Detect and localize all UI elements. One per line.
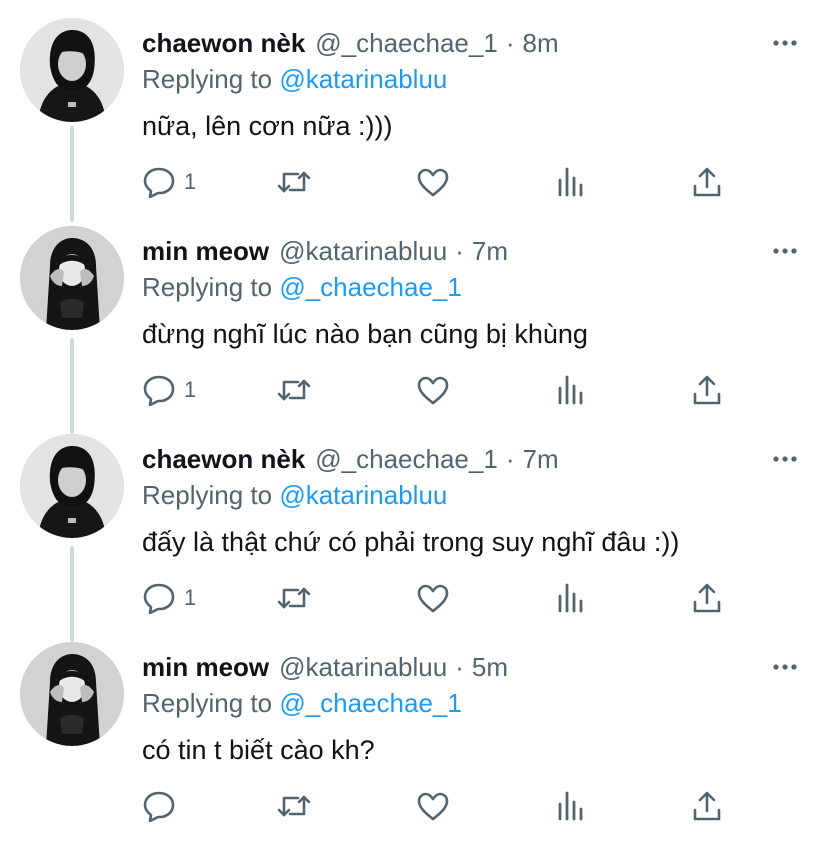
analytics-button[interactable] bbox=[556, 788, 586, 824]
share-button[interactable] bbox=[692, 788, 722, 824]
analytics-button[interactable] bbox=[556, 580, 586, 616]
retweet-icon bbox=[276, 167, 312, 197]
reply-button[interactable]: 1 bbox=[142, 580, 196, 616]
heart-icon bbox=[416, 375, 450, 405]
replying-to: Replying to @katarinabluu bbox=[142, 478, 447, 512]
retweet-icon bbox=[276, 791, 312, 821]
separator-dot: · bbox=[505, 28, 515, 58]
tweet-actions: 1 bbox=[142, 580, 742, 616]
more-horizontal-icon[interactable] bbox=[772, 654, 798, 680]
replying-to: Replying to @katarinabluu bbox=[142, 62, 447, 96]
share-icon bbox=[692, 582, 722, 614]
tweet-header: chaewon nèk @_chaechae_1 · 8m bbox=[142, 26, 559, 60]
more-horizontal-icon[interactable] bbox=[772, 30, 798, 56]
tweet[interactable]: min meow @katarinabluu · 7m Replying to … bbox=[0, 208, 828, 416]
reply-button[interactable] bbox=[142, 788, 184, 824]
timestamp[interactable]: 7m bbox=[523, 442, 559, 476]
tweet-text: có tin t biết cào kh? bbox=[142, 735, 375, 765]
replying-to: Replying to @_chaechae_1 bbox=[142, 686, 462, 720]
share-icon bbox=[692, 166, 722, 198]
reply-count: 1 bbox=[184, 585, 197, 610]
retweet-button[interactable] bbox=[276, 788, 312, 824]
heart-icon bbox=[416, 583, 450, 613]
analytics-icon bbox=[556, 790, 586, 822]
mention-link[interactable]: @_chaechae_1 bbox=[279, 688, 462, 718]
like-button[interactable] bbox=[416, 164, 450, 200]
separator-dot: · bbox=[505, 444, 515, 474]
retweet-icon bbox=[276, 583, 312, 613]
tweet-header: min meow @katarinabluu · 7m bbox=[142, 234, 508, 268]
more-horizontal-icon[interactable] bbox=[772, 238, 798, 264]
display-name[interactable]: chaewon nèk bbox=[142, 26, 305, 60]
share-button[interactable] bbox=[692, 580, 722, 616]
analytics-button[interactable] bbox=[556, 372, 586, 408]
avatar[interactable] bbox=[20, 434, 124, 538]
analytics-icon bbox=[556, 582, 586, 614]
avatar[interactable] bbox=[20, 642, 124, 746]
reply-button[interactable]: 1 bbox=[142, 164, 196, 200]
analytics-icon bbox=[556, 166, 586, 198]
avatar[interactable] bbox=[20, 18, 124, 122]
user-handle[interactable]: @katarinabluu bbox=[279, 234, 447, 268]
more-horizontal-icon[interactable] bbox=[772, 446, 798, 472]
share-button[interactable] bbox=[692, 372, 722, 408]
replying-to-label: Replying to bbox=[142, 688, 273, 718]
display-name[interactable]: chaewon nèk bbox=[142, 442, 305, 476]
retweet-button[interactable] bbox=[276, 580, 312, 616]
retweet-icon bbox=[276, 375, 312, 405]
user-handle[interactable]: @_chaechae_1 bbox=[315, 442, 498, 476]
tweet-text: nữa, lên cơn nữa :))) bbox=[142, 111, 393, 141]
like-button[interactable] bbox=[416, 372, 450, 408]
like-button[interactable] bbox=[416, 788, 450, 824]
timestamp[interactable]: 7m bbox=[472, 234, 508, 268]
heart-icon bbox=[416, 791, 450, 821]
tweet-thread: chaewon nèk @_chaechae_1 · 8m Replying t… bbox=[0, 0, 828, 841]
reply-icon bbox=[142, 790, 176, 822]
reply-icon bbox=[142, 374, 176, 406]
share-icon bbox=[692, 374, 722, 406]
reply-button[interactable]: 1 bbox=[142, 372, 196, 408]
replying-to-label: Replying to bbox=[142, 272, 273, 302]
reply-icon bbox=[142, 166, 176, 198]
mention-link[interactable]: @katarinabluu bbox=[279, 64, 447, 94]
replying-to-label: Replying to bbox=[142, 64, 273, 94]
tweet[interactable]: chaewon nèk @_chaechae_1 · 7m Replying t… bbox=[0, 416, 828, 624]
tweet-header: min meow @katarinabluu · 5m bbox=[142, 650, 508, 684]
timestamp[interactable]: 5m bbox=[472, 650, 508, 684]
mention-link[interactable]: @_chaechae_1 bbox=[279, 272, 462, 302]
tweet[interactable]: chaewon nèk @_chaechae_1 · 8m Replying t… bbox=[0, 0, 828, 208]
tweet-actions bbox=[142, 788, 742, 824]
analytics-button[interactable] bbox=[556, 164, 586, 200]
reply-count: 1 bbox=[184, 169, 197, 194]
retweet-button[interactable] bbox=[276, 372, 312, 408]
tweet-text: đấy là thật chứ có phải trong suy nghĩ đ… bbox=[142, 527, 680, 557]
user-handle[interactable]: @katarinabluu bbox=[279, 650, 447, 684]
reply-icon bbox=[142, 582, 176, 614]
avatar[interactable] bbox=[20, 226, 124, 330]
separator-dot: · bbox=[455, 236, 464, 266]
retweet-button[interactable] bbox=[276, 164, 312, 200]
tweet-header: chaewon nèk @_chaechae_1 · 7m bbox=[142, 442, 559, 476]
display-name[interactable]: min meow bbox=[142, 650, 269, 684]
reply-count: 1 bbox=[184, 377, 197, 402]
separator-dot: · bbox=[455, 652, 464, 682]
tweet-actions: 1 bbox=[142, 164, 742, 200]
timestamp[interactable]: 8m bbox=[523, 26, 559, 60]
share-icon bbox=[692, 790, 722, 822]
share-button[interactable] bbox=[692, 164, 722, 200]
replying-to: Replying to @_chaechae_1 bbox=[142, 270, 462, 304]
tweet-text: đừng nghĩ lúc nào bạn cũng bị khùng bbox=[142, 319, 588, 349]
user-handle[interactable]: @_chaechae_1 bbox=[315, 26, 498, 60]
like-button[interactable] bbox=[416, 580, 450, 616]
mention-link[interactable]: @katarinabluu bbox=[279, 480, 447, 510]
display-name[interactable]: min meow bbox=[142, 234, 269, 268]
heart-icon bbox=[416, 167, 450, 197]
replying-to-label: Replying to bbox=[142, 480, 273, 510]
analytics-icon bbox=[556, 374, 586, 406]
tweet[interactable]: min meow @katarinabluu · 5m Replying to … bbox=[0, 624, 828, 832]
tweet-actions: 1 bbox=[142, 372, 742, 408]
